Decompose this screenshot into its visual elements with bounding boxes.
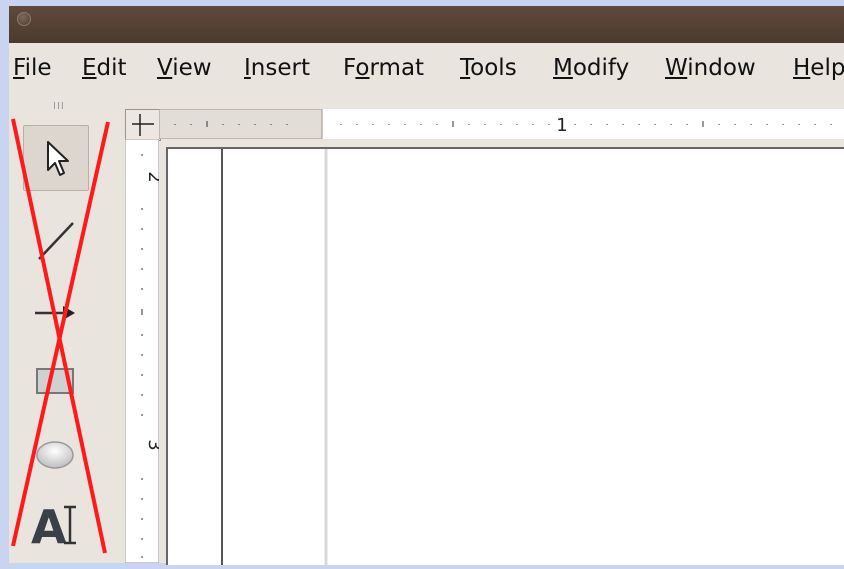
horizontal-ruler[interactable]: 1 bbox=[159, 109, 844, 139]
crosshair-icon bbox=[132, 114, 154, 136]
menu-edit[interactable]: Edit bbox=[82, 55, 127, 81]
menu-insert[interactable]: Insert bbox=[244, 55, 310, 81]
menubar: File Edit View Insert Format Tools Modif… bbox=[9, 43, 844, 95]
window-titlebar bbox=[9, 6, 844, 43]
menu-window[interactable]: Window bbox=[665, 55, 756, 81]
drawing-area: 1 2 3 bbox=[116, 95, 844, 565]
menu-format[interactable]: Format bbox=[343, 55, 424, 81]
drawing-toolbar: III A bbox=[9, 95, 116, 563]
menu-modify[interactable]: Modify bbox=[553, 55, 629, 81]
page-guides bbox=[221, 149, 328, 565]
cross-out-overlay bbox=[11, 118, 110, 554]
menu-view[interactable]: View bbox=[157, 55, 212, 81]
application-body: III A 1 bbox=[9, 95, 844, 565]
drawing-page[interactable] bbox=[166, 147, 844, 565]
menu-file[interactable]: File bbox=[13, 55, 52, 81]
ruler-number-3: 3 bbox=[144, 439, 159, 450]
ruler-origin-box[interactable] bbox=[125, 109, 161, 141]
ruler-number-1: 1 bbox=[556, 115, 567, 136]
vertical-ruler[interactable]: 2 3 bbox=[125, 139, 159, 563]
window-close-button[interactable] bbox=[17, 12, 31, 26]
menu-tools[interactable]: Tools bbox=[460, 55, 517, 81]
menu-help[interactable]: Help bbox=[793, 55, 844, 81]
ruler-number-2: 2 bbox=[144, 171, 159, 182]
